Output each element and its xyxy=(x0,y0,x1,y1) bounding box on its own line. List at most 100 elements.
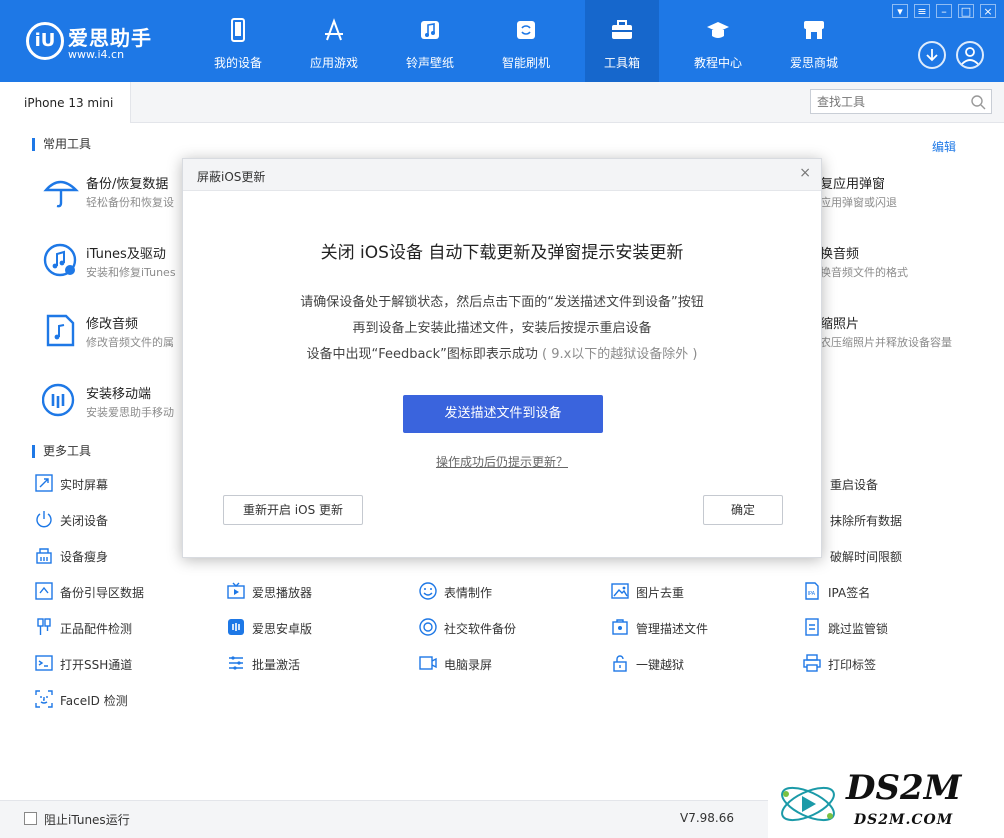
block-itunes-checkbox[interactable] xyxy=(24,812,37,825)
tool-desc: 换音频文件的格式 xyxy=(820,266,908,279)
nav-label: 教程中心 xyxy=(693,56,742,70)
nav-tutorials[interactable]: 教程中心 xyxy=(670,0,766,82)
edit-link[interactable]: 编辑 xyxy=(932,138,956,155)
umbrella-icon xyxy=(43,180,79,208)
dialog-instruction-3-note: ( 9.x以下的越狱设备除外 ) xyxy=(542,347,698,362)
menu-icon[interactable]: ≡ xyxy=(914,4,930,18)
ipa-icon: IPA xyxy=(805,582,819,600)
tool-desc: 安装和修复iTunes xyxy=(86,266,176,279)
dialog-close-icon[interactable]: × xyxy=(799,165,811,181)
toolbox-icon xyxy=(612,20,632,39)
tool-label: 打印标签 xyxy=(828,658,877,672)
tool-label: 打开SSH通道 xyxy=(60,658,133,672)
watermark: DS2M DS2M.COM xyxy=(768,768,1004,838)
tool-label: 跳过监管锁 xyxy=(828,622,889,636)
screen-icon xyxy=(35,474,53,492)
tool-label: 社交软件备份 xyxy=(444,622,517,636)
tool-label: 备份引导区数据 xyxy=(60,586,145,600)
still-prompt-help-link[interactable]: 操作成功后仍提示更新？ xyxy=(183,453,821,470)
tool-label: 图片去重 xyxy=(636,586,685,600)
nav-label: 工具箱 xyxy=(603,56,640,70)
version-text: V7.98.66 xyxy=(680,811,735,825)
watermark-url: DS2M.COM xyxy=(854,812,954,828)
search-input[interactable] xyxy=(811,90,961,113)
dialog-header: 屏蔽iOS更新 × xyxy=(183,159,821,191)
block-itunes-label: 阻止iTunes运行 xyxy=(44,813,130,827)
refresh-icon xyxy=(517,21,535,39)
tool-label: 关闭设备 xyxy=(60,514,109,528)
tool-label: 设备瘦身 xyxy=(60,550,109,564)
tool-label: 实时屏幕 xyxy=(60,478,109,492)
terminal-icon xyxy=(35,655,53,671)
device-tab[interactable]: iPhone 13 mini xyxy=(0,82,131,123)
watermark-text: DS2M xyxy=(846,768,962,808)
skin-icon[interactable]: ▾ xyxy=(892,4,908,18)
tool-label: 电脑录屏 xyxy=(444,658,493,672)
download-icon xyxy=(926,49,938,62)
tool-desc: 安装爱思助手移动 xyxy=(86,406,174,419)
close-icon[interactable]: × xyxy=(980,4,996,18)
graduation-cap-icon xyxy=(707,22,729,38)
device-tab-strip: iPhone 13 mini xyxy=(0,82,1004,123)
top-bar: iU 爱思助手 www.i4.cn 我的设备 应用游戏 铃声壁纸 智能刷机 工具… xyxy=(0,0,1004,82)
nav-store[interactable]: 爱思商城 xyxy=(766,0,862,82)
send-profile-button[interactable]: 发送描述文件到设备 xyxy=(403,395,603,433)
mobile-app-icon xyxy=(42,383,75,417)
tool-label: 重启设备 xyxy=(830,478,879,492)
record-icon xyxy=(419,656,437,670)
nav-flash[interactable]: 智能刷机 xyxy=(478,0,574,82)
tool-title: 修改音频 xyxy=(86,317,139,332)
brand-url: www.i4.cn xyxy=(68,48,125,61)
confirm-button[interactable]: 确定 xyxy=(703,495,783,525)
dialog-instruction-3: 设备中出现“Feedback”图标即表示成功 ( 9.x以下的越狱设备除外 ) xyxy=(183,343,821,362)
nav-label: 应用游戏 xyxy=(309,56,358,70)
search-icon[interactable] xyxy=(970,94,986,110)
faceid-icon xyxy=(35,690,53,708)
tool-title: 备份/恢复数据 xyxy=(86,177,169,192)
tool-label: 爱思播放器 xyxy=(252,586,313,600)
image-dedupe-icon xyxy=(611,583,629,599)
tool-desc: 修改音频文件的属 xyxy=(86,336,174,349)
emoji-icon xyxy=(419,582,437,600)
tool-title: 换音频 xyxy=(820,247,860,262)
account-button[interactable] xyxy=(956,41,984,69)
android-icon xyxy=(228,619,244,635)
lock-bypass-icon xyxy=(805,618,819,636)
tool-title: 复应用弹窗 xyxy=(820,177,886,192)
nav-apps-games[interactable]: 应用游戏 xyxy=(286,0,382,82)
tool-search xyxy=(810,89,992,114)
nav-label: 铃声壁纸 xyxy=(405,56,454,70)
tool-title: 安装移动端 xyxy=(86,387,152,402)
svg-text:IPA: IPA xyxy=(808,591,816,597)
itunes-icon xyxy=(43,243,77,277)
nav-ringtones[interactable]: 铃声壁纸 xyxy=(382,0,478,82)
tool-label: 批量激活 xyxy=(252,658,301,672)
nav-my-device[interactable]: 我的设备 xyxy=(190,0,286,82)
tool-label: 管理描述文件 xyxy=(636,622,709,636)
print-icon xyxy=(803,654,821,672)
tv-icon xyxy=(227,582,245,599)
audio-file-icon xyxy=(46,314,75,347)
minimize-icon[interactable]: – xyxy=(936,4,952,18)
clean-icon xyxy=(36,548,52,564)
music-icon xyxy=(421,21,439,39)
tool-desc: 应用弹窗或闪退 xyxy=(820,196,897,209)
app-store-icon xyxy=(325,18,343,41)
reenable-ios-update-button[interactable]: 重新开启 iOS 更新 xyxy=(223,495,363,525)
dialog-instruction-1: 请确保设备处于解锁状态，然后点击下面的“发送描述文件到设备”按钮 xyxy=(300,295,704,310)
batch-activate-icon xyxy=(229,656,243,670)
brand-name: 爱思助手 xyxy=(68,26,152,50)
nav-label: 爱思商城 xyxy=(789,56,838,70)
tool-label: 正品配件检测 xyxy=(60,622,133,636)
tool-label: 表情制作 xyxy=(444,586,493,600)
block-ios-update-dialog: 屏蔽iOS更新 × 关闭 iOS设备 自动下载更新及弹窗提示安装更新 请确保设备… xyxy=(182,158,822,558)
power-icon xyxy=(36,511,52,528)
cable-icon xyxy=(37,618,51,635)
maximize-icon[interactable]: □ xyxy=(958,4,974,18)
window-controls: ▾ ≡ – □ × xyxy=(892,4,996,18)
nav-toolbox[interactable]: 工具箱 xyxy=(585,0,659,82)
dialog-instruction-2: 再到设备上安装此描述文件，安装后按提示重启设备 xyxy=(352,321,652,336)
nav-label: 智能刷机 xyxy=(501,56,550,70)
watermark-logo-icon xyxy=(781,786,835,822)
download-button[interactable] xyxy=(918,41,946,69)
